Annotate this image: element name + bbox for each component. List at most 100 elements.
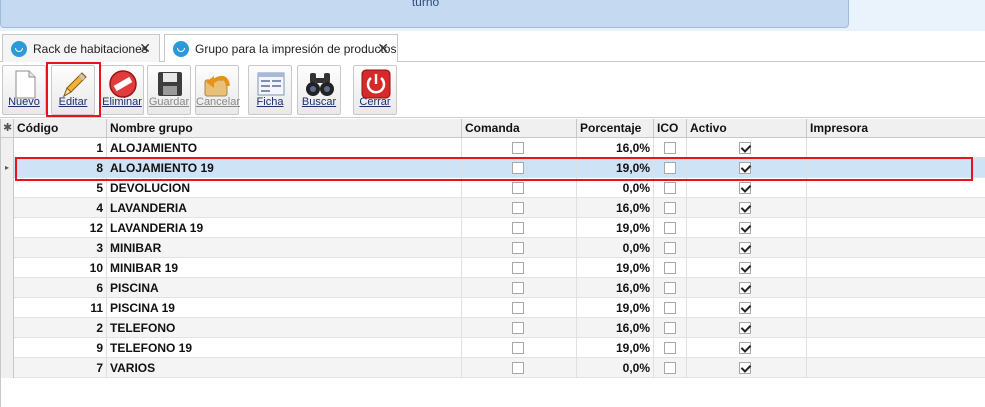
ico-checkbox[interactable]	[664, 242, 676, 254]
cell-codigo[interactable]: 5	[14, 178, 107, 198]
cell-ico[interactable]	[654, 138, 687, 158]
cell-porcentaje[interactable]: 19,0%	[577, 258, 654, 278]
table-row[interactable]: 10 MINIBAR 19 19,0%	[1, 258, 985, 278]
cell-codigo[interactable]: 1	[14, 138, 107, 158]
close-icon[interactable]: ✕	[139, 40, 151, 57]
cell-codigo[interactable]: 9	[14, 338, 107, 358]
cell-activo[interactable]	[687, 138, 807, 158]
activo-checkbox[interactable]	[739, 142, 751, 154]
row-header[interactable]	[1, 358, 14, 378]
cell-comanda[interactable]	[462, 338, 577, 358]
activo-checkbox[interactable]	[739, 362, 751, 374]
activo-checkbox[interactable]	[739, 282, 751, 294]
cell-porcentaje[interactable]: 0,0%	[577, 358, 654, 378]
row-header[interactable]	[1, 198, 14, 218]
cell-impresora[interactable]	[807, 338, 985, 358]
cell-comanda[interactable]	[462, 318, 577, 338]
search-button[interactable]: Buscar	[297, 65, 341, 115]
activo-checkbox[interactable]	[739, 322, 751, 334]
activo-checkbox[interactable]	[739, 302, 751, 314]
ico-checkbox[interactable]	[664, 202, 676, 214]
cell-codigo[interactable]: 12	[14, 218, 107, 238]
cell-codigo[interactable]: 6	[14, 278, 107, 298]
row-header[interactable]: ▸	[1, 158, 14, 178]
cell-nombre[interactable]: PISCINA 19	[107, 298, 462, 318]
ico-checkbox[interactable]	[664, 142, 676, 154]
comanda-checkbox[interactable]	[512, 322, 524, 334]
cell-comanda[interactable]	[462, 298, 577, 318]
cell-comanda[interactable]	[462, 278, 577, 298]
cell-activo[interactable]	[687, 338, 807, 358]
ico-checkbox[interactable]	[664, 302, 676, 314]
table-row[interactable]: 3 MINIBAR 0,0%	[1, 238, 985, 258]
new-button[interactable]: Nuevo	[2, 65, 46, 115]
shift-panel[interactable]: turno	[0, 0, 849, 28]
cell-porcentaje[interactable]: 16,0%	[577, 318, 654, 338]
activo-checkbox[interactable]	[739, 342, 751, 354]
comanda-checkbox[interactable]	[512, 242, 524, 254]
column-header-impresora[interactable]: Impresora	[807, 119, 985, 138]
cell-nombre[interactable]: LAVANDERIA 19	[107, 218, 462, 238]
cell-activo[interactable]	[687, 218, 807, 238]
row-header[interactable]	[1, 278, 14, 298]
ico-checkbox[interactable]	[664, 322, 676, 334]
cell-activo[interactable]	[687, 198, 807, 218]
cancel-button[interactable]: Cancelar	[195, 65, 240, 115]
cell-nombre[interactable]: TELEFONO 19	[107, 338, 462, 358]
cell-impresora[interactable]	[807, 138, 985, 158]
cell-ico[interactable]	[654, 318, 687, 338]
table-row[interactable]: 5 DEVOLUCION 0,0%	[1, 178, 985, 198]
cell-porcentaje[interactable]: 16,0%	[577, 138, 654, 158]
column-header-activo[interactable]: Activo	[687, 119, 807, 138]
activo-checkbox[interactable]	[739, 182, 751, 194]
cell-porcentaje[interactable]: 0,0%	[577, 178, 654, 198]
cell-activo[interactable]	[687, 358, 807, 378]
cell-impresora[interactable]	[807, 178, 985, 198]
cell-impresora[interactable]	[807, 298, 985, 318]
activo-checkbox[interactable]	[739, 202, 751, 214]
row-header[interactable]	[1, 178, 14, 198]
tab-rack-habitaciones[interactable]: Rack de habitaciones ✕	[2, 34, 160, 62]
cell-impresora[interactable]	[807, 198, 985, 218]
cell-codigo[interactable]: 4	[14, 198, 107, 218]
activo-checkbox[interactable]	[739, 242, 751, 254]
column-header-codigo[interactable]: Código	[14, 119, 107, 138]
delete-button[interactable]: Eliminar	[100, 65, 144, 115]
cell-porcentaje[interactable]: 19,0%	[577, 338, 654, 358]
cell-comanda[interactable]	[462, 198, 577, 218]
cell-codigo[interactable]: 2	[14, 318, 107, 338]
cell-impresora[interactable]	[807, 218, 985, 238]
cell-porcentaje[interactable]: 0,0%	[577, 238, 654, 258]
comanda-checkbox[interactable]	[512, 342, 524, 354]
close-icon[interactable]: ✕	[377, 40, 389, 57]
cell-nombre[interactable]: DEVOLUCION	[107, 178, 462, 198]
cell-porcentaje[interactable]: 19,0%	[577, 298, 654, 318]
cell-nombre[interactable]: TELEFONO	[107, 318, 462, 338]
comanda-checkbox[interactable]	[512, 142, 524, 154]
save-button[interactable]: Guardar	[147, 65, 191, 115]
cell-nombre[interactable]: PISCINA	[107, 278, 462, 298]
cell-comanda[interactable]	[462, 178, 577, 198]
cell-comanda[interactable]	[462, 358, 577, 378]
column-header-porcentaje[interactable]: Porcentaje	[577, 119, 654, 138]
cell-nombre[interactable]: ALOJAMIENTO	[107, 138, 462, 158]
comanda-checkbox[interactable]	[512, 202, 524, 214]
cell-impresora[interactable]	[807, 358, 985, 378]
comanda-checkbox[interactable]	[512, 262, 524, 274]
ico-checkbox[interactable]	[664, 182, 676, 194]
cell-impresora[interactable]	[807, 238, 985, 258]
comanda-checkbox[interactable]	[512, 182, 524, 194]
row-header[interactable]	[1, 318, 14, 338]
cell-comanda[interactable]	[462, 138, 577, 158]
table-row[interactable]: 4 LAVANDERIA 16,0%	[1, 198, 985, 218]
cell-activo[interactable]	[687, 258, 807, 278]
cell-activo[interactable]	[687, 298, 807, 318]
activo-checkbox[interactable]	[739, 222, 751, 234]
cell-codigo[interactable]: 11	[14, 298, 107, 318]
cell-nombre[interactable]: MINIBAR	[107, 238, 462, 258]
cell-ico[interactable]	[654, 238, 687, 258]
cell-activo[interactable]	[687, 278, 807, 298]
table-row[interactable]: 7 VARIOS 0,0%	[1, 358, 985, 378]
cell-codigo[interactable]: 7	[14, 358, 107, 378]
close-button[interactable]: Cerrar	[353, 65, 397, 115]
